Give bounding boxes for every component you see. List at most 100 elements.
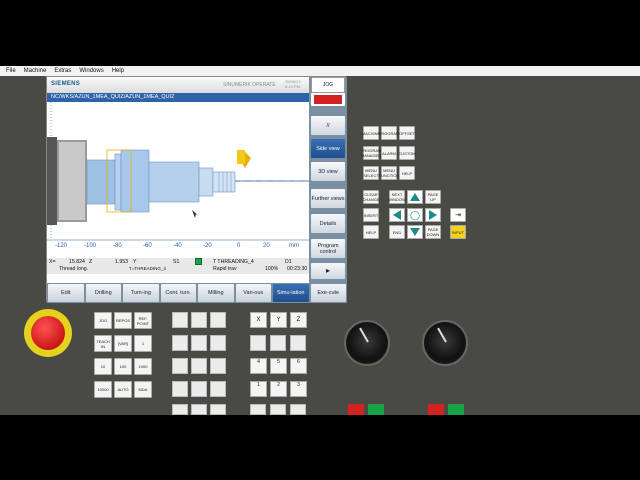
machine-key-6[interactable]: 10 [94, 358, 112, 375]
blank-key[interactable] [191, 312, 207, 328]
key-offset[interactable]: OFFSET [399, 126, 415, 140]
blank-key[interactable] [191, 358, 207, 374]
blank-key[interactable] [191, 335, 207, 351]
machine-key-8[interactable]: 1000 [134, 358, 152, 375]
key-program-manager[interactable]: PROGRAM MANAGER [361, 146, 381, 160]
arrow-right-button[interactable] [425, 208, 441, 222]
blank-key[interactable] [270, 335, 286, 351]
key-menu-select[interactable]: MENU SELECT [363, 166, 379, 180]
jog-mode-button[interactable]: JOG [311, 77, 345, 93]
knob-pointer [437, 327, 447, 343]
chevron-right-icon: ▸ [325, 266, 330, 275]
softkey-expand[interactable]: ▸ [311, 263, 345, 279]
blank-key[interactable] [210, 381, 226, 397]
blank-key[interactable] [172, 335, 188, 351]
blank-key[interactable] [250, 335, 266, 351]
blank-key[interactable] [250, 404, 266, 415]
blank-key[interactable] [210, 404, 226, 415]
key-alarm[interactable]: ALARM [381, 146, 397, 160]
key-page-up[interactable]: PAGE UP [425, 190, 441, 204]
axis-key-1[interactable]: 1 [250, 381, 267, 397]
key-end[interactable]: END [389, 225, 405, 239]
key-next-window[interactable]: NEXT WINDOW [388, 190, 406, 204]
axis-x-key[interactable]: X [250, 312, 267, 328]
blank-key[interactable] [290, 404, 306, 415]
arrow-down-button[interactable] [407, 225, 423, 239]
blank-key[interactable] [191, 381, 207, 397]
reset-indicator[interactable] [311, 93, 345, 106]
machine-key-10[interactable]: AUTO [114, 381, 132, 398]
key-page-down[interactable]: PAGE DOWN [425, 225, 441, 239]
simulation-view[interactable]: -120 -100 -80 -60 -40 -20 0 20 mm [47, 102, 309, 257]
softkey-0[interactable]: Edit [48, 284, 84, 302]
arrow-left-icon [393, 210, 401, 220]
blank-key[interactable] [172, 404, 188, 415]
axis-y-key[interactable]: Y [270, 312, 287, 328]
machine-key-4[interactable]: [VAR] [114, 335, 132, 352]
arrow-left-button[interactable] [389, 208, 405, 222]
menu-machine[interactable]: Machine [24, 68, 47, 74]
machine-key-11[interactable]: MDA [134, 381, 152, 398]
key-help-top[interactable]: HELP [399, 166, 415, 180]
menu-help[interactable]: Help [112, 68, 124, 74]
axis-key-3[interactable]: 3 [290, 381, 307, 397]
axis-key-4[interactable]: 4 [250, 358, 267, 374]
blank-key[interactable] [191, 404, 207, 415]
softkey-3d-view[interactable]: 3D view [311, 162, 345, 181]
key-menu-function[interactable]: MENU FUNCTION [379, 166, 399, 180]
feed-start-button[interactable] [368, 404, 384, 415]
key-input[interactable]: INPUT [450, 225, 466, 239]
machine-key-5[interactable]: 1 [134, 335, 152, 352]
softkey-side-view[interactable]: Side view [311, 139, 345, 158]
machine-key-9[interactable]: 10000 [94, 381, 112, 398]
blank-key[interactable] [210, 358, 226, 374]
axis-key-2[interactable]: 2 [270, 381, 287, 397]
key-program[interactable]: PROGRAM [379, 126, 399, 140]
blank-key[interactable] [290, 335, 306, 351]
machine-key-7[interactable]: 100 [114, 358, 132, 375]
feed-stop-button[interactable] [348, 404, 364, 415]
blank-key[interactable] [210, 335, 226, 351]
key-insert[interactable]: INSERT [363, 208, 379, 222]
softkey-parallel[interactable]: // [311, 116, 345, 135]
axis-key-5[interactable]: 5 [270, 358, 287, 374]
brand-logo: SIEMENS [51, 81, 81, 87]
softkey-further-views[interactable]: Further views [311, 189, 345, 208]
key-custom[interactable]: CUSTOM [398, 146, 416, 160]
blank-key[interactable] [172, 312, 188, 328]
blank-key[interactable] [172, 358, 188, 374]
key-clear-change[interactable]: CLEAR CHANGE [362, 190, 380, 204]
menu-file[interactable]: File [6, 68, 16, 74]
axis-z-key[interactable]: Z [290, 312, 307, 328]
machine-key-0[interactable]: JOG [94, 312, 112, 329]
emergency-stop-button[interactable] [24, 309, 72, 357]
key-tab[interactable]: ⇥ [450, 208, 466, 222]
arrow-up-button[interactable] [407, 190, 423, 204]
softkey-1[interactable]: Drilling [85, 284, 121, 302]
menu-windows[interactable]: Windows [79, 68, 103, 74]
softkey-2[interactable]: Turn-ing [123, 284, 159, 302]
softkey-3[interactable]: Cont. turn. [160, 284, 196, 302]
axis-key-6[interactable]: 6 [290, 358, 307, 374]
softkey-5[interactable]: Vari-ous [235, 284, 271, 302]
softkey-4[interactable]: Milling [198, 284, 234, 302]
softkey-program-control[interactable]: Program control [311, 239, 345, 258]
spindle-stop-button[interactable] [428, 404, 444, 415]
menu-extras[interactable]: Extras [54, 68, 71, 74]
key-help[interactable]: HELP [363, 225, 379, 239]
spindle-override-knob[interactable] [422, 320, 468, 366]
blank-key[interactable] [270, 404, 286, 415]
blank-key[interactable] [210, 312, 226, 328]
spindle-start-button[interactable] [448, 404, 464, 415]
x-label: X= [49, 259, 56, 265]
feed-override-knob[interactable] [344, 320, 390, 366]
key-machine[interactable]: MACHINE [362, 126, 380, 140]
softkey-7[interactable]: Exe-cute [310, 284, 346, 302]
machine-key-2[interactable]: REF. POINT [134, 312, 152, 329]
blank-key[interactable] [172, 381, 188, 397]
machine-key-1[interactable]: REPOS [114, 312, 132, 329]
softkey-6[interactable]: Simu-lation [273, 284, 309, 302]
select-button[interactable]: ◯ [407, 208, 423, 222]
machine-key-3[interactable]: TEACH IN [94, 335, 112, 352]
softkey-details[interactable]: Details [311, 214, 345, 233]
